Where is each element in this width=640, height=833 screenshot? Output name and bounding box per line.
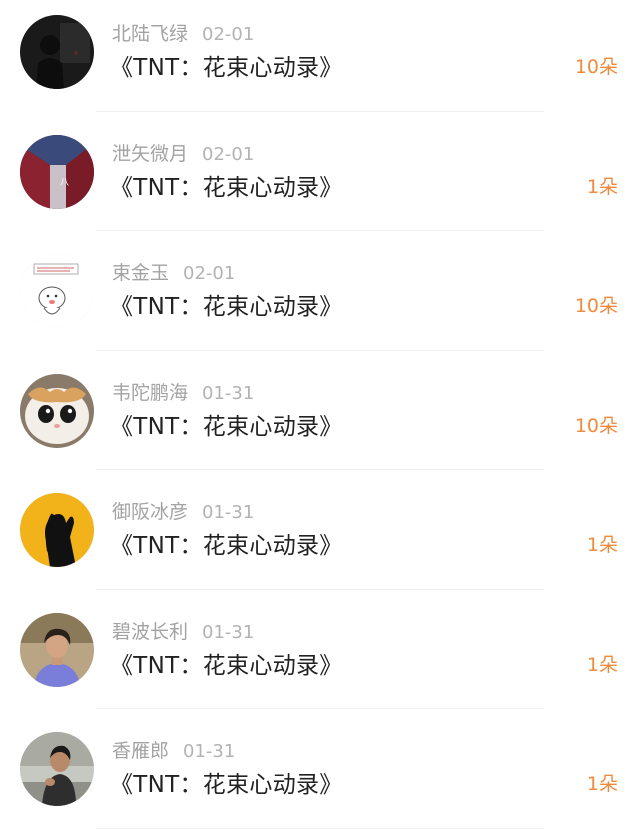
flower-count: 10朵 bbox=[574, 295, 618, 317]
list-item[interactable]: 香雁郎 01-31 《TNT：花束心动录》 1朵 bbox=[0, 709, 640, 829]
record-meta: 韦陀鹏海 01-31 bbox=[112, 378, 254, 405]
person-photo-avatar[interactable] bbox=[20, 732, 94, 806]
book-title[interactable]: 《TNT：花束心动录》 bbox=[110, 48, 343, 82]
record-meta: 碧波长利 01-31 bbox=[112, 617, 254, 644]
record-meta: 束金玉 02-01 bbox=[112, 258, 235, 285]
book-title[interactable]: 《TNT：花束心动录》 bbox=[110, 407, 343, 441]
username[interactable]: 御阪冰彦 bbox=[112, 501, 188, 523]
red-building-avatar[interactable]: 八 bbox=[20, 134, 94, 209]
username[interactable]: 韦陀鹏海 bbox=[112, 382, 188, 404]
record-date: 01-31 bbox=[202, 382, 255, 404]
flower-count: 1朵 bbox=[586, 773, 618, 795]
record-meta: 北陆飞绿 02-01 bbox=[112, 19, 254, 46]
list-item[interactable]: 八 泄矢微月 02-01 《TNT：花束心动录》 1朵 bbox=[0, 112, 640, 231]
book-title[interactable]: 《TNT：花束心动录》 bbox=[110, 526, 343, 560]
record-date: 01-31 bbox=[183, 741, 236, 762]
username[interactable]: 香雁郎 bbox=[112, 740, 169, 762]
flower-count: 10朵 bbox=[574, 414, 618, 437]
record-meta: 泄矢微月 02-01 bbox=[112, 139, 254, 166]
dark-silhouette-avatar[interactable] bbox=[20, 15, 94, 89]
username[interactable]: 北陆飞绿 bbox=[112, 23, 188, 45]
record-meta: 御阪冰彦 01-31 bbox=[112, 497, 254, 524]
record-date: 02-01 bbox=[202, 24, 255, 45]
record-meta: 香雁郎 01-31 bbox=[112, 736, 235, 763]
record-date: 02-01 bbox=[202, 143, 255, 165]
cartoon-avatar[interactable] bbox=[20, 254, 94, 328]
flower-count: 1朵 bbox=[586, 175, 618, 198]
username[interactable]: 碧波长利 bbox=[112, 621, 188, 643]
list-item[interactable]: 北陆飞绿 02-01 《TNT：花束心动录》 10朵 bbox=[0, 0, 640, 112]
divider bbox=[96, 827, 544, 829]
yellow-silhouette-avatar[interactable] bbox=[20, 493, 94, 567]
list-item[interactable]: 御阪冰彦 01-31 《TNT：花束心动录》 1朵 bbox=[0, 470, 640, 590]
list-item[interactable]: 碧波长利 01-31 《TNT：花束心动录》 1朵 bbox=[0, 590, 640, 709]
book-title[interactable]: 《TNT：花束心动录》 bbox=[110, 168, 343, 202]
cat-avatar[interactable] bbox=[20, 373, 94, 448]
list-item[interactable]: 韦陀鹏海 01-31 《TNT：花束心动录》 10朵 bbox=[0, 351, 640, 470]
record-date: 02-01 bbox=[183, 263, 236, 284]
username[interactable]: 泄矢微月 bbox=[112, 143, 188, 165]
flower-count: 10朵 bbox=[574, 56, 618, 78]
book-title[interactable]: 《TNT：花束心动录》 bbox=[110, 287, 343, 321]
flower-count: 1朵 bbox=[586, 653, 618, 676]
flower-count: 1朵 bbox=[586, 534, 618, 556]
person-photo-avatar[interactable] bbox=[20, 612, 94, 687]
svg-text:八: 八 bbox=[60, 178, 69, 188]
list-item[interactable]: 束金玉 02-01 《TNT：花束心动录》 10朵 bbox=[0, 231, 640, 351]
record-date: 01-31 bbox=[202, 502, 255, 523]
book-title[interactable]: 《TNT：花束心动录》 bbox=[110, 765, 343, 799]
gift-record-list: 北陆飞绿 02-01 《TNT：花束心动录》 10朵 八 泄矢微月 02-01 《T… bbox=[0, 0, 640, 829]
record-date: 01-31 bbox=[202, 621, 255, 643]
username[interactable]: 束金玉 bbox=[112, 262, 169, 284]
book-title[interactable]: 《TNT：花束心动录》 bbox=[110, 646, 343, 680]
